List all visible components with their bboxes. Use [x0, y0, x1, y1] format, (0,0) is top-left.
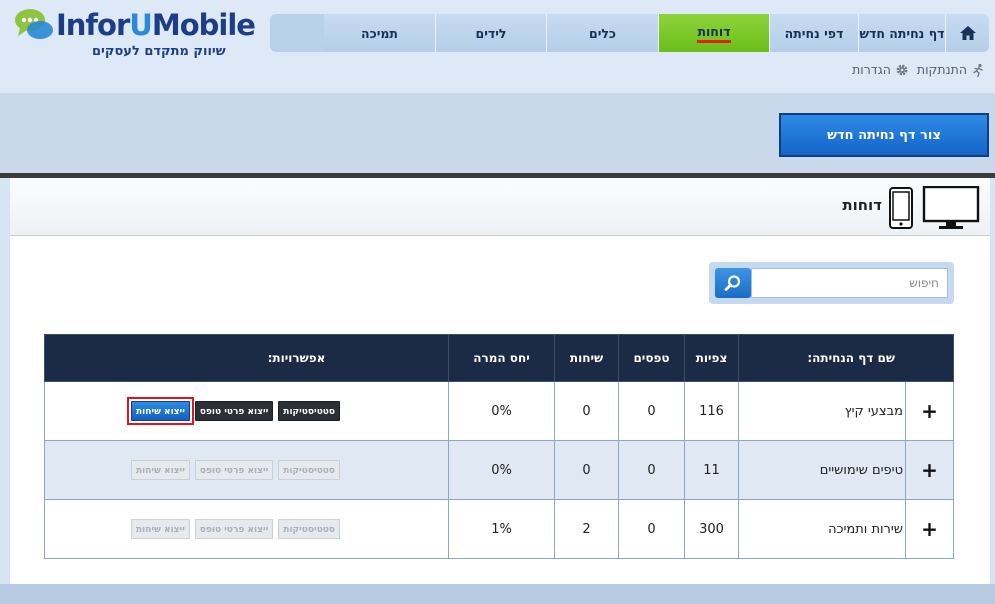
export-calls-button[interactable]: ייצוא שיחות — [131, 519, 190, 539]
conversion-cell: 0% — [448, 381, 555, 441]
logo[interactable]: InforUMobile שיווק מתקדם לעסקים — [14, 6, 256, 62]
action-band: צור דף נחיתה חדש — [0, 93, 995, 173]
statistics-button[interactable]: סטטיסטיקות — [278, 519, 341, 539]
settings-link[interactable]: הגדרות — [852, 62, 909, 77]
forms-cell: 0 — [618, 381, 685, 441]
reports-panel: דוחות שם דף הנחיתה: צפיות טפסים ש — [10, 178, 990, 584]
search-input[interactable] — [751, 268, 948, 298]
views-cell: 11 — [684, 440, 739, 500]
logout-link[interactable]: התנתקות — [917, 62, 985, 77]
column-header-name[interactable]: שם דף הנחיתה: — [738, 334, 954, 382]
options-cell: סטטיסטיקות ייצוא פרטי טופס ייצוא שיחות — [44, 499, 449, 559]
logo-text: InforUMobile — [56, 8, 256, 42]
table-row: + טיפים שימושיים 11 0 0 0% סטטיסטיקות יי… — [44, 440, 954, 500]
forms-cell: 0 — [618, 499, 685, 559]
row-actions: סטטיסטיקות ייצוא פרטי טופס ייצוא שיחות — [131, 460, 341, 480]
search-box — [709, 262, 954, 304]
landing-page-name[interactable]: שירות ותמיכה — [738, 499, 906, 559]
nav-tools[interactable]: כלים — [546, 14, 658, 52]
column-header-forms[interactable]: טפסים — [618, 334, 685, 382]
mobile-view-icon[interactable] — [888, 187, 914, 229]
gear-icon — [896, 64, 908, 75]
header: InforUMobile שיווק מתקדם לעסקים דף נחיתה… — [0, 0, 995, 93]
panel-header: דוחות — [10, 178, 990, 236]
statistics-button[interactable]: סטטיסטיקות — [278, 460, 341, 480]
settings-label: הגדרות — [852, 62, 891, 77]
logout-label: התנתקות — [916, 62, 967, 77]
sub-links: הגדרות התנתקות — [852, 62, 985, 77]
export-calls-button[interactable]: ייצוא שיחות — [131, 401, 190, 421]
nav-home[interactable] — [945, 14, 989, 52]
column-header-conversion[interactable]: יחס המרה — [448, 334, 555, 382]
table-row: + מבצעי קיץ 116 0 0 0% סטטיסטיקות ייצוא … — [44, 381, 954, 441]
landing-page-name[interactable]: טיפים שימושיים — [738, 440, 906, 500]
row-actions: סטטיסטיקות ייצוא פרטי טופס ייצוא שיחות — [131, 519, 341, 539]
calls-cell: 0 — [554, 381, 619, 441]
conversion-cell: 1% — [448, 499, 555, 559]
views-cell: 300 — [684, 499, 739, 559]
main-nav: דף נחיתה חדש דפי נחיתה דוחות כלים לידים … — [270, 14, 989, 52]
nav-landing-pages[interactable]: דפי נחיתה — [769, 14, 858, 52]
expand-row-button[interactable]: + — [905, 381, 954, 441]
search-button[interactable] — [715, 268, 751, 298]
column-header-calls[interactable]: שיחות — [554, 334, 619, 382]
export-form-details-button[interactable]: ייצוא פרטי טופס — [194, 401, 274, 421]
search-icon — [724, 275, 741, 291]
column-header-views[interactable]: צפיות — [684, 334, 739, 382]
page-title: דוחות — [842, 196, 882, 214]
nav-support[interactable]: תמיכה — [324, 14, 435, 52]
options-cell: סטטיסטיקות ייצוא פרטי טופס ייצוא שיחות — [44, 440, 449, 500]
logo-tagline: שיווק מתקדם לעסקים — [92, 44, 226, 59]
logout-runner-icon — [973, 63, 983, 77]
statistics-button[interactable]: סטטיסטיקות — [278, 401, 341, 421]
highlight-frame: ייצוא שיחות — [127, 397, 194, 425]
calls-cell: 2 — [554, 499, 619, 559]
create-landing-page-button[interactable]: צור דף נחיתה חדש — [779, 113, 989, 157]
row-actions: סטטיסטיקות ייצוא פרטי טופס ייצוא שיחות — [127, 397, 341, 425]
footer-band — [0, 584, 995, 604]
expand-row-button[interactable]: + — [905, 499, 954, 559]
landing-page-name[interactable]: מבצעי קיץ — [738, 381, 906, 441]
nav-leads[interactable]: לידים — [435, 14, 546, 52]
export-form-details-button[interactable]: ייצוא פרטי טופס — [194, 460, 274, 480]
nav-new-landing-page[interactable]: דף נחיתה חדש — [858, 14, 945, 52]
forms-cell: 0 — [618, 440, 685, 500]
table-row: + שירות ותמיכה 300 0 2 1% סטטיסטיקות ייצ… — [44, 499, 954, 559]
desktop-view-icon[interactable] — [922, 186, 980, 230]
options-cell: סטטיסטיקות ייצוא פרטי טופס ייצוא שיחות — [44, 381, 449, 441]
export-form-details-button[interactable]: ייצוא פרטי טופס — [194, 519, 274, 539]
nav-reports[interactable]: דוחות — [658, 14, 769, 52]
home-icon — [959, 26, 976, 40]
table-header-row: שם דף הנחיתה: צפיות טפסים שיחות יחס המרה… — [44, 334, 954, 382]
views-cell: 116 — [684, 381, 739, 441]
chat-bubbles-icon — [15, 9, 53, 39]
export-calls-button[interactable]: ייצוא שיחות — [131, 460, 190, 480]
conversion-cell: 0% — [448, 440, 555, 500]
column-header-options: אפשרויות: — [44, 334, 449, 382]
calls-cell: 0 — [554, 440, 619, 500]
expand-row-button[interactable]: + — [905, 440, 954, 500]
reports-table: שם דף הנחיתה: צפיות טפסים שיחות יחס המרה… — [44, 334, 954, 559]
